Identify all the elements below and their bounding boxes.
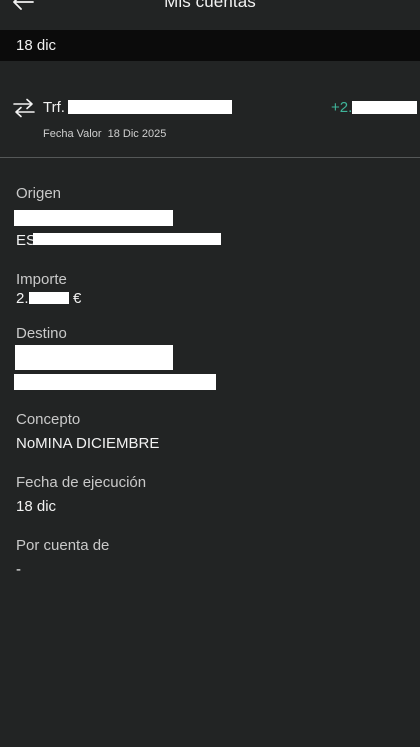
redacted-origin-iban [33,233,221,245]
value-date: Fecha Valor 18 Dic 2025 [43,128,166,140]
swap-arrows-icon [13,98,35,118]
redacted-destination-name [15,345,173,370]
on-behalf-of-label: Por cuenta de [16,537,110,554]
redacted-transaction-amount [352,101,417,114]
redacted-destination-account [14,374,216,390]
redacted-transaction-name [68,100,232,114]
value-date-text: 18 Dic 2025 [107,128,167,140]
amount-currency: € [73,290,82,307]
on-behalf-of-value: - [16,561,21,578]
concept-value: NoMINA DICIEMBRE [16,435,160,452]
amount-label: Importe [16,271,67,288]
redacted-amount [29,292,69,304]
redacted-origin-name [14,210,173,226]
value-date-label: Fecha Valor [43,128,102,140]
date-header-label: 18 dic [16,37,57,54]
concept-label: Concepto [16,411,81,428]
execution-date-label: Fecha de ejecución [16,474,147,491]
transaction-amount: +2. [331,99,353,116]
page-title: Mis cuentas [164,0,256,11]
transaction-name: Trf. [43,99,65,116]
divider [0,157,420,158]
origin-label: Origen [16,185,62,202]
amount-value: 2. [16,290,29,307]
top-bar: Mis cuentas [0,0,420,18]
destination-label: Destino [16,325,67,342]
transaction-summary: Trf. +2. Fecha Valor 18 Dic 2025 [0,88,420,158]
date-header: 18 dic [0,30,420,61]
execution-date-value: 18 dic [16,498,57,515]
